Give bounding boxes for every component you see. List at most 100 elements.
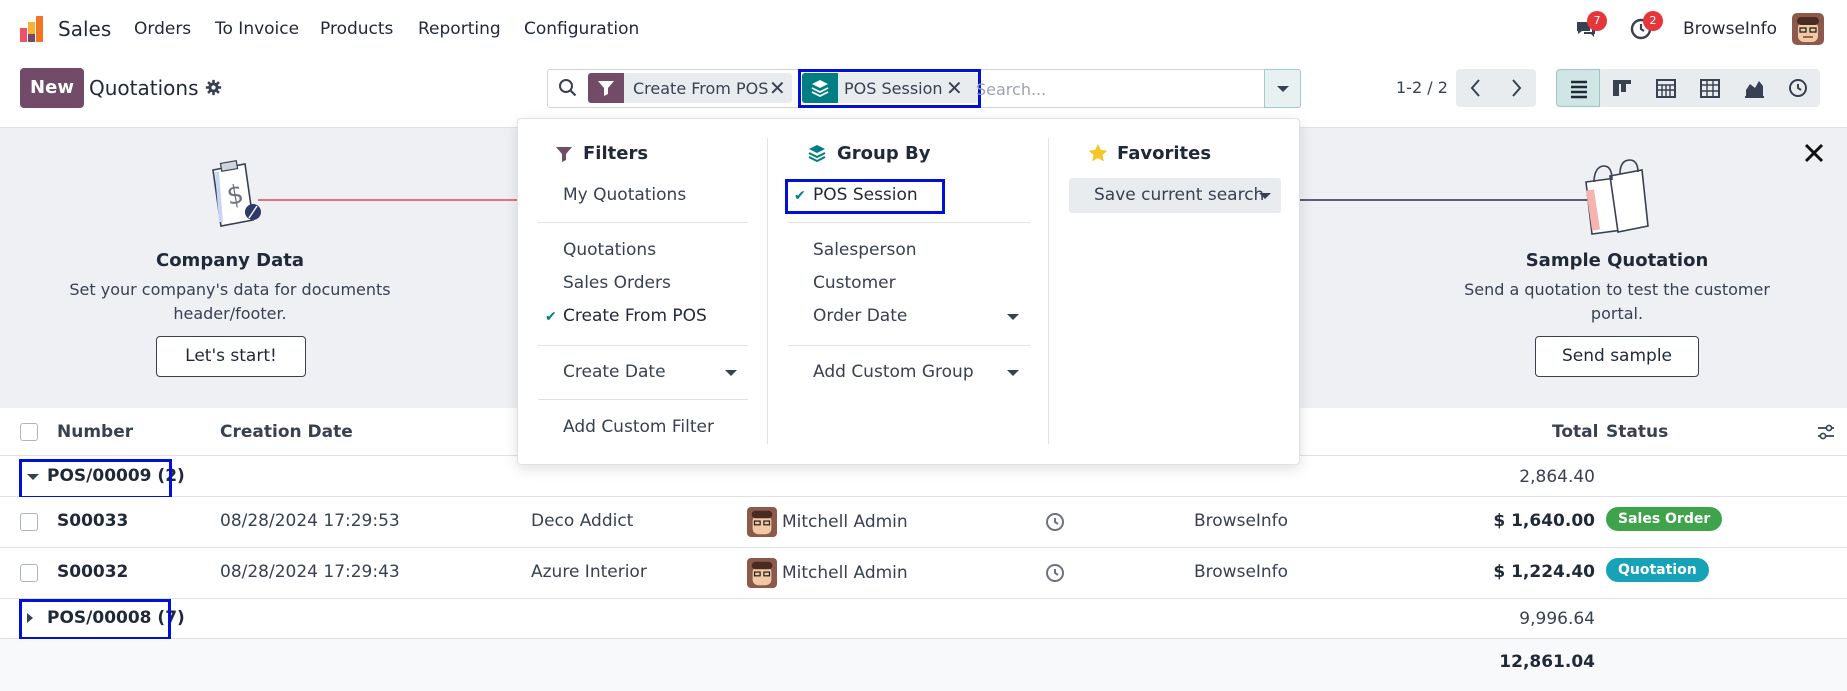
- list-footer: 12,861.04: [0, 639, 1847, 691]
- messages-badge: 7: [1587, 11, 1607, 31]
- highlight-box: [19, 459, 172, 499]
- menu-divider: [788, 222, 1030, 223]
- order-total: $ 1,640.00: [1493, 511, 1595, 531]
- graph-view-icon: [1745, 81, 1764, 98]
- optional-columns-icon[interactable]: [1816, 423, 1836, 441]
- company: BrowseInfo: [1194, 511, 1289, 531]
- search-input[interactable]: [976, 75, 1261, 103]
- groupby-salesperson[interactable]: Salesperson: [813, 240, 917, 260]
- highlight-box: [798, 69, 981, 108]
- calendar-view-icon: [1656, 79, 1676, 98]
- filter-create-date[interactable]: Create Date: [563, 362, 666, 382]
- filter-my-quotations[interactable]: My Quotations: [563, 185, 686, 205]
- filter-quotations[interactable]: Quotations: [563, 240, 656, 260]
- column-creation-date[interactable]: Creation Date: [220, 422, 353, 442]
- kanban-view-button[interactable]: [1600, 69, 1644, 107]
- salesperson: Mitchell Admin: [782, 512, 908, 532]
- clipboard-dollar-icon: $: [212, 159, 261, 227]
- pager-value[interactable]: 1-2 / 2: [1396, 78, 1448, 97]
- layers-icon: [808, 145, 826, 163]
- page-title[interactable]: Quotations: [89, 76, 198, 100]
- menu-products[interactable]: Products: [320, 19, 393, 39]
- column-number[interactable]: Number: [57, 422, 133, 442]
- facet-label: Create From POS: [633, 79, 769, 98]
- column-separator: [767, 138, 768, 444]
- select-all-checkbox[interactable]: [20, 423, 38, 441]
- group-total: 2,864.40: [1519, 467, 1595, 487]
- remove-facet-icon[interactable]: ✕: [769, 76, 786, 100]
- table-row[interactable]: S00033 08/28/2024 17:29:53 Deco Addict M…: [0, 497, 1847, 548]
- creation-date: 08/28/2024 17:29:53: [220, 511, 400, 531]
- save-current-search-button[interactable]: Save current search: [1069, 178, 1281, 213]
- list-view-button[interactable]: [1556, 69, 1600, 107]
- pager-previous-button[interactable]: [1456, 69, 1496, 107]
- order-number: S00032: [57, 562, 129, 582]
- group-row[interactable]: POS/00008 (7) 9,996.64: [0, 599, 1847, 639]
- add-custom-group[interactable]: Add Custom Group: [813, 362, 974, 382]
- order-total: $ 1,224.40: [1493, 562, 1595, 582]
- step-description: Send a quotation to test the customer po…: [1464, 280, 1770, 323]
- progress-line: [1300, 199, 1590, 201]
- menu-divider: [538, 345, 748, 346]
- customer: Deco Addict: [531, 511, 634, 531]
- close-icon[interactable]: [1803, 142, 1825, 164]
- groupby-order-date[interactable]: Order Date: [813, 306, 907, 326]
- check-icon: ✔: [545, 309, 557, 325]
- salesperson-avatar: [747, 507, 777, 537]
- table-row[interactable]: S00032 08/28/2024 17:29:43 Azure Interio…: [0, 548, 1847, 599]
- user-avatar[interactable]: [1792, 13, 1824, 45]
- column-separator: [1048, 138, 1049, 444]
- search-options-toggle[interactable]: [1264, 69, 1301, 108]
- list-view-icon: [1571, 80, 1587, 99]
- new-button[interactable]: New: [20, 68, 84, 108]
- activity-view-button[interactable]: [1776, 69, 1820, 107]
- column-status[interactable]: Status: [1606, 422, 1668, 442]
- activity-view-icon: [1789, 79, 1807, 97]
- pager-next-button[interactable]: [1496, 69, 1536, 107]
- favorites-heading: Favorites: [1117, 143, 1212, 164]
- creation-date: 08/28/2024 17:29:43: [220, 562, 400, 582]
- caret-down-icon: [1259, 193, 1271, 199]
- row-checkbox[interactable]: [20, 564, 38, 582]
- sales-app-icon[interactable]: [20, 16, 46, 42]
- star-icon: [1088, 144, 1108, 162]
- send-sample-button[interactable]: Send sample: [1535, 336, 1699, 377]
- menu-divider: [538, 222, 748, 223]
- shopping-bags-icon: [1585, 159, 1649, 235]
- add-custom-filter[interactable]: Add Custom Filter: [563, 417, 714, 437]
- activity-clock-icon[interactable]: [1045, 563, 1065, 583]
- menu-orders[interactable]: Orders: [134, 19, 191, 39]
- menu-to-invoice[interactable]: To Invoice: [215, 19, 299, 39]
- step-title: Company Data: [155, 250, 305, 271]
- row-checkbox[interactable]: [20, 513, 38, 531]
- menu-reporting[interactable]: Reporting: [418, 19, 501, 39]
- pivot-view-icon: [1700, 79, 1720, 98]
- chevron-right-icon: [1512, 79, 1522, 97]
- filter-icon: [556, 147, 572, 162]
- facet-create-from-pos[interactable]: Create From POS ✕: [588, 73, 792, 103]
- pivot-view-button[interactable]: [1688, 69, 1732, 107]
- salesperson-avatar: [747, 558, 777, 588]
- filter-create-from-pos[interactable]: Create From POS: [563, 306, 707, 326]
- salesperson: Mitchell Admin: [782, 563, 908, 583]
- search-icon: [559, 79, 577, 97]
- save-current-search-label: Save current search: [1094, 185, 1265, 205]
- highlight-box: [19, 599, 171, 640]
- kanban-view-icon: [1613, 80, 1631, 96]
- gear-icon[interactable]: [205, 79, 222, 96]
- caret-down-icon: [1007, 314, 1019, 320]
- menu-configuration[interactable]: Configuration: [524, 19, 639, 39]
- filter-sales-orders[interactable]: Sales Orders: [563, 273, 671, 293]
- status-badge: Sales Order: [1606, 507, 1723, 531]
- graph-view-button[interactable]: [1732, 69, 1776, 107]
- groupby-customer[interactable]: Customer: [813, 273, 896, 293]
- lets-start-button[interactable]: Let's start!: [156, 336, 306, 377]
- filter-icon: [588, 73, 624, 103]
- filters-heading: Filters: [583, 143, 649, 164]
- activity-clock-icon[interactable]: [1045, 512, 1065, 532]
- app-name[interactable]: Sales: [58, 17, 111, 41]
- column-total[interactable]: Total: [1552, 422, 1598, 442]
- calendar-view-button[interactable]: [1644, 69, 1688, 107]
- company-switcher[interactable]: BrowseInfo: [1683, 19, 1777, 39]
- caret-down-icon: [1007, 370, 1019, 376]
